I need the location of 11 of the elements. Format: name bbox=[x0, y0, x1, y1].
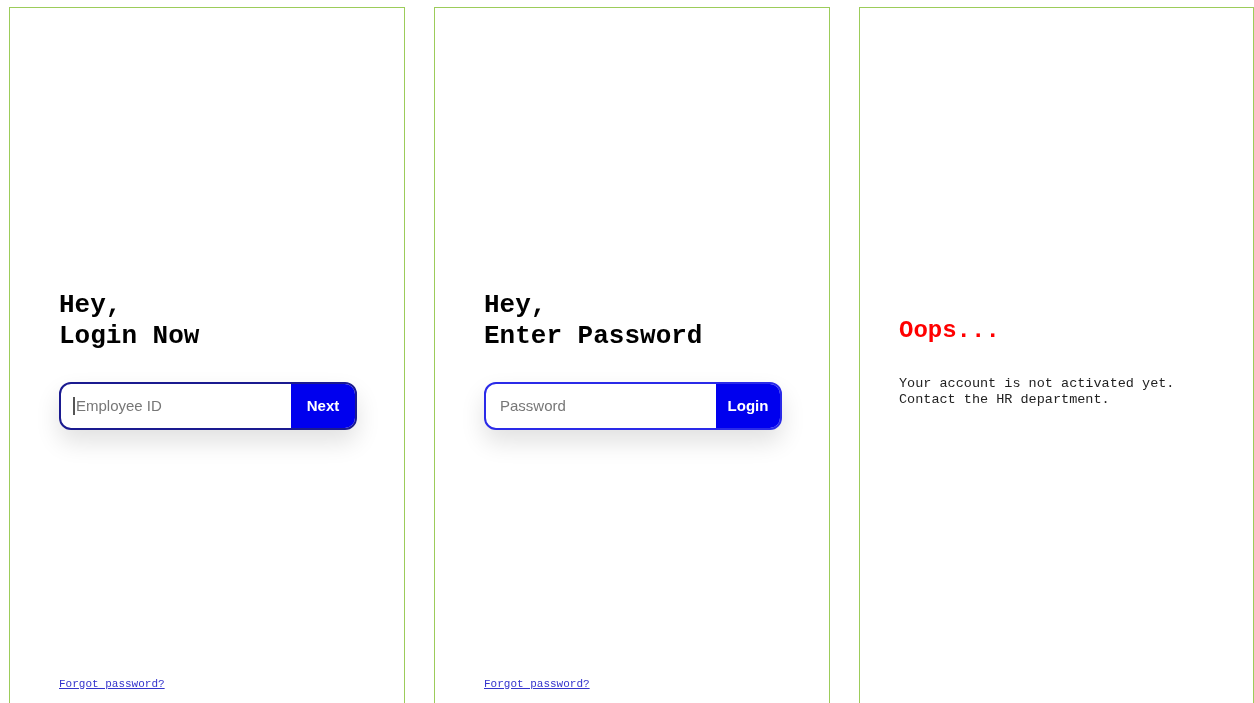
heading: Hey, Enter Password bbox=[484, 290, 704, 352]
submit-button[interactable]: Login bbox=[716, 384, 780, 428]
input-field[interactable]: Password Login bbox=[484, 382, 782, 430]
forgot-password-link[interactable]: Forgot password? bbox=[484, 675, 590, 692]
text-cursor bbox=[73, 397, 75, 415]
submit-button[interactable]: Next bbox=[291, 384, 355, 428]
input-field[interactable]: Employee ID Next bbox=[59, 382, 357, 430]
error-title: Oops... bbox=[899, 316, 1001, 346]
heading: Hey, Login Now bbox=[59, 290, 201, 352]
forgot-password-link[interactable]: Forgot password? bbox=[59, 675, 165, 692]
error-message: Your account is not activated yet. Contact the HR department. bbox=[899, 376, 1176, 408]
